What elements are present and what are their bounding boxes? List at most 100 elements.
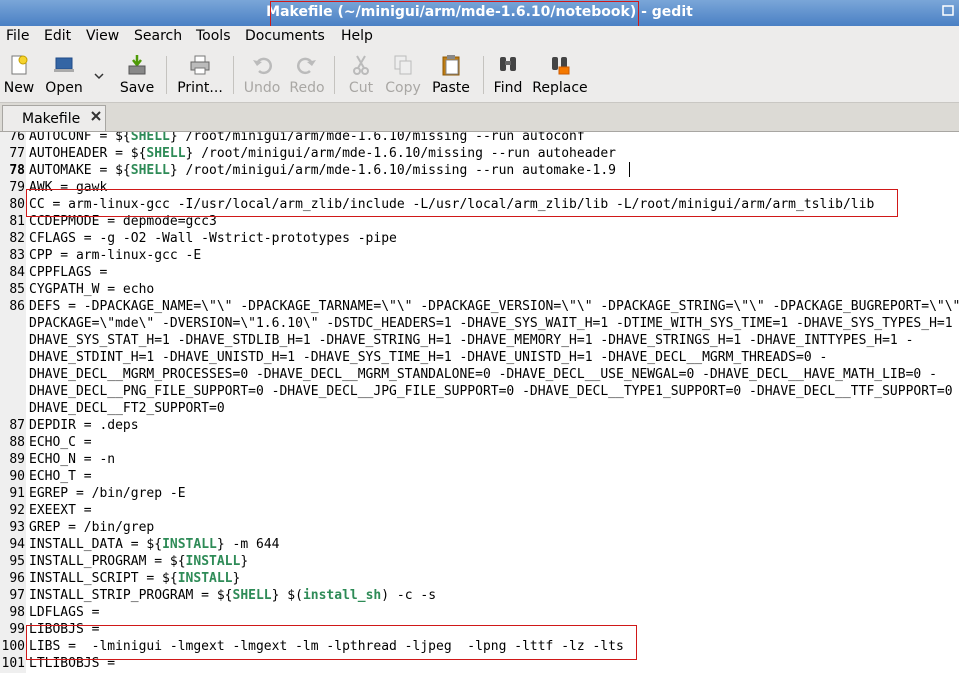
line-number: 81 <box>9 214 25 229</box>
binoculars-icon <box>500 57 516 71</box>
code-text: AUTOCONF = ${SHELL} /root/minigui/arm/md… <box>29 131 585 144</box>
code-text: DHAVE_SYS_STAT_H=1 -DHAVE_STDLIB_H=1 -DH… <box>29 333 914 348</box>
code-text: DHAVE_DECL__FT2_SUPPORT=0 <box>29 401 225 416</box>
save-button[interactable]: Save <box>116 52 158 98</box>
copy-button[interactable]: Copy <box>384 52 422 98</box>
code-text: DPACKAGE=\"mde\" -DVERSION=\"1.6.10\" -D… <box>29 316 959 331</box>
line-number: 92 <box>9 503 25 518</box>
redo-label: Redo <box>289 80 325 96</box>
menu-bar: File Edit View Search Tools Documents He… <box>0 26 959 48</box>
line-number: 101 <box>1 656 25 671</box>
code-text: CPPFLAGS = <box>29 265 108 280</box>
code-text: CFLAGS = -g -O2 -Wall -Wstrict-prototype… <box>29 231 397 246</box>
open-label: Open <box>45 80 83 96</box>
menu-view[interactable]: View <box>86 28 119 44</box>
save-icon <box>128 55 146 75</box>
paste-label: Paste <box>432 80 470 96</box>
find-button[interactable]: Find <box>491 52 525 98</box>
menu-edit[interactable]: Edit <box>44 28 71 44</box>
toolbar-separator <box>334 56 335 94</box>
code-text: GREP = /bin/grep <box>29 520 155 535</box>
code-text: ECHO_N = -n <box>29 452 116 467</box>
tab-label: Makefile <box>22 111 81 127</box>
redo-button[interactable]: Redo <box>288 52 326 98</box>
line-number: 91 <box>9 486 25 501</box>
code-text: EXEEXT = <box>29 503 92 518</box>
text-cursor <box>629 162 630 177</box>
line-number: 99 <box>9 622 25 637</box>
print-label: Print... <box>177 80 223 96</box>
close-icon[interactable] <box>89 109 103 127</box>
toolbar-separator <box>166 56 167 94</box>
line-number: 95 <box>9 554 25 569</box>
save-label: Save <box>119 80 155 96</box>
code-text: CYGPATH_W = echo <box>29 282 155 297</box>
replace-button[interactable]: Replace <box>532 52 588 98</box>
line-number: 78 <box>9 163 25 178</box>
line-number: 96 <box>9 571 25 586</box>
text-editor[interactable]: 76 AUTOCONF = ${SHELL} /root/minigui/arm/… <box>0 131 959 673</box>
line-number: 85 <box>9 282 25 297</box>
line-number: 98 <box>9 605 25 620</box>
code-text: AUTOHEADER = ${SHELL} /root/minigui/arm/… <box>29 146 617 161</box>
code-text: INSTALL_DATA = ${INSTALL} -m 644 <box>29 537 280 552</box>
toolbar-separator <box>483 56 484 94</box>
replace-label: Replace <box>532 80 588 96</box>
menu-documents[interactable]: Documents <box>245 28 325 44</box>
code-text: DEPDIR = .deps <box>29 418 139 433</box>
redo-icon <box>297 57 316 75</box>
line-number: 90 <box>9 469 25 484</box>
new-button[interactable]: New <box>2 52 36 98</box>
copy-icon <box>394 55 412 75</box>
line-number: 87 <box>9 418 25 433</box>
line-number: 76 <box>9 131 25 144</box>
line-number: 80 <box>9 197 25 212</box>
open-dropdown-button[interactable] <box>91 52 107 98</box>
line-number: 88 <box>9 435 25 450</box>
chevron-down-icon <box>94 73 104 80</box>
undo-button[interactable]: Undo <box>243 52 281 98</box>
code-text: LDFLAGS = <box>29 605 100 620</box>
document-tab-bar: Makefile <box>0 103 959 132</box>
toolbar-separator <box>233 56 234 94</box>
open-button[interactable]: Open <box>42 52 86 98</box>
line-number: 86 <box>9 299 25 314</box>
menu-search[interactable]: Search <box>134 28 182 44</box>
find-label: Find <box>493 80 523 96</box>
copy-label: Copy <box>385 80 421 96</box>
new-document-icon <box>11 55 28 75</box>
tab-makefile[interactable]: Makefile <box>2 105 106 132</box>
code-text: INSTALL_STRIP_PROGRAM = ${SHELL} $(insta… <box>29 588 437 603</box>
undo-icon <box>253 57 272 75</box>
printer-icon <box>190 55 210 75</box>
cut-button[interactable]: Cut <box>344 52 378 98</box>
line-number: 94 <box>9 537 25 552</box>
line-number: 89 <box>9 452 25 467</box>
line-number: 100 <box>1 639 25 654</box>
code-text: DHAVE_DECL__PNG_FILE_SUPPORT=0 -DHAVE_DE… <box>29 384 959 399</box>
code-text: DHAVE_STDINT_H=1 -DHAVE_UNISTD_H=1 -DHAV… <box>29 350 828 365</box>
code-text: AUTOMAKE = ${SHELL} /root/minigui/arm/md… <box>29 163 617 178</box>
line-number: 82 <box>9 231 25 246</box>
print-button[interactable]: Print... <box>176 52 224 98</box>
cc-line-highlight-box <box>26 189 898 217</box>
line-number: 77 <box>9 146 25 161</box>
code-text: ECHO_C = <box>29 435 92 450</box>
paste-button[interactable]: Paste <box>429 52 473 98</box>
menu-file[interactable]: File <box>6 28 29 44</box>
toolbar: New Open Save Print... Undo Redo Cut Cop… <box>0 48 959 103</box>
line-number: 79 <box>9 180 25 195</box>
code-text: DHAVE_DECL__MGRM_PROCESSES=0 -DHAVE_DECL… <box>29 367 937 382</box>
clipboard-icon <box>442 55 460 76</box>
line-number: 84 <box>9 265 25 280</box>
code-text: INSTALL_SCRIPT = ${INSTALL} <box>29 571 241 586</box>
scissors-icon <box>353 55 369 75</box>
code-text: EGREP = /bin/grep -E <box>29 486 186 501</box>
new-label: New <box>3 80 35 96</box>
maximize-icon[interactable] <box>939 4 956 21</box>
menu-help[interactable]: Help <box>341 28 373 44</box>
code-text: DEFS = -DPACKAGE_NAME=\"\" -DPACKAGE_TAR… <box>29 299 959 314</box>
line-number: 83 <box>9 248 25 263</box>
code-text: INSTALL_PROGRAM = ${INSTALL} <box>29 554 249 569</box>
menu-tools[interactable]: Tools <box>196 28 231 44</box>
